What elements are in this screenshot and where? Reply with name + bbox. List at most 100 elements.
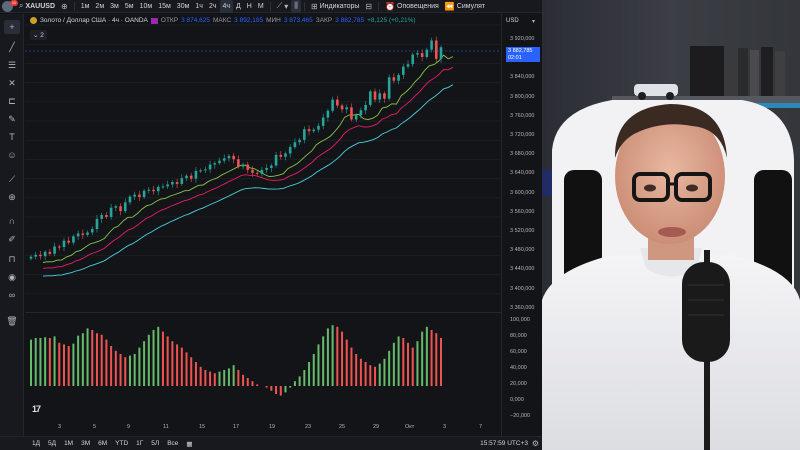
price-tick: 3 520,000 [510, 228, 535, 234]
range-5[interactable]: YTD [111, 440, 132, 447]
stay-drawing-tool[interactable]: ✐ [4, 232, 20, 246]
car-wheel [666, 92, 674, 100]
price-tick: 3 480,000 [510, 247, 535, 254]
open-label: ОТКР [160, 17, 179, 24]
ruler-tool[interactable]: ⟋ [4, 172, 20, 186]
tradingview-logo[interactable]: 17 [32, 404, 41, 414]
hide-drawings-tool[interactable]: ◉ [4, 270, 20, 284]
candle-body [171, 182, 174, 185]
car-wheel [638, 92, 646, 100]
candle-body [81, 233, 85, 235]
candle-body [76, 233, 80, 237]
interval-5[interactable]: 15м [155, 0, 174, 13]
layouts-button[interactable]: ⊟ [362, 0, 375, 13]
trading-app: 11 ⌕ XAUUSD ⊕ 1м 2м 3м 5м 10м 15м 30м 1ч 2ч 4ч Д Н М… [0, 0, 542, 450]
forecast-tool[interactable]: ⊏ [4, 94, 20, 108]
candle-body [199, 170, 202, 172]
range-2[interactable]: 1М [60, 440, 77, 447]
pattern-tool[interactable]: ✕ [4, 76, 20, 90]
range-8[interactable]: Все [163, 440, 182, 447]
range-0[interactable]: 1Д [28, 440, 44, 447]
interval-1[interactable]: 2м [92, 0, 107, 13]
candle-body [373, 91, 377, 100]
replay-button[interactable]: ⏪ Симулят [442, 0, 488, 13]
candles-button[interactable]: ⫼ [291, 0, 301, 13]
candle-body [156, 186, 160, 192]
webcam-video [542, 0, 800, 450]
interval-8[interactable]: 2ч [206, 0, 220, 13]
currency-label[interactable]: USD [506, 18, 519, 24]
range-1[interactable]: 5Д [44, 440, 60, 447]
compare-symbol-button[interactable]: ⊕ [58, 0, 71, 13]
price-tick: 3 920,000 [510, 36, 535, 42]
text-tool[interactable]: T [4, 130, 20, 144]
line-chart-icon: ⟋ [276, 1, 283, 10]
range-4[interactable]: 6М [94, 440, 111, 447]
interval-9[interactable]: 4ч [219, 0, 234, 13]
interval-10[interactable]: Д [233, 0, 244, 13]
crosshair-tool[interactable]: + [4, 20, 20, 34]
user-avatar[interactable]: 11 [0, 0, 18, 13]
fib-tool[interactable]: ☰ [4, 58, 20, 72]
link-tool[interactable]: ∞ [4, 288, 20, 302]
emoji-tool[interactable]: ☺ [4, 148, 20, 162]
candle-body [180, 178, 184, 184]
gear-icon[interactable]: ⚙ [532, 439, 539, 448]
candle-body [321, 117, 325, 126]
indicators-collapse-button[interactable]: ⌄ 2 [30, 30, 47, 40]
pane-separator[interactable] [25, 312, 501, 313]
mouth [658, 227, 686, 237]
candle-body [57, 246, 61, 248]
candle-body [288, 147, 292, 154]
interval-4[interactable]: 10м [137, 0, 156, 13]
time-axis[interactable]: 3 5 9 11 15 17 19 23 25 29 Окт 3 7 [25, 418, 501, 436]
candle-body [133, 194, 136, 197]
candle-body [336, 99, 339, 106]
time-label: 5 [93, 424, 97, 430]
date-range-button[interactable]: ▦ [182, 440, 196, 448]
range-3[interactable]: 3М [77, 440, 94, 447]
candle-body [204, 169, 207, 171]
range-7[interactable]: 5Л [147, 440, 163, 447]
candle-body [406, 64, 410, 67]
brush-tool[interactable]: ✎ [4, 112, 20, 126]
oscillator-tick: −20,000 [510, 413, 531, 419]
alerts-label: Оповещения [397, 2, 439, 10]
interval-0[interactable]: 1м [78, 0, 93, 13]
forecast-icon: ⊏ [8, 95, 16, 106]
interval-7[interactable]: 1ч [192, 0, 206, 13]
candle-body [72, 236, 75, 243]
price-tick: 3 800,000 [510, 93, 535, 100]
magnet-tool[interactable]: ∩ [4, 214, 20, 228]
utc-clock[interactable]: 15:57:59 UTC+3 [480, 440, 528, 447]
symbol-search[interactable]: ⌕ XAUUSD [16, 0, 58, 13]
candle-body [312, 129, 316, 132]
interval-2[interactable]: 3м [107, 0, 122, 13]
indicators-button[interactable]: ⊞ Индикаторы [308, 0, 362, 13]
interval-6[interactable]: 30м [174, 0, 193, 13]
trendline-tool[interactable]: ╱ [4, 40, 20, 54]
alerts-button[interactable]: ⏰ Оповещения [382, 0, 442, 13]
trendline-icon: ╱ [9, 41, 15, 52]
lock-drawings-tool[interactable]: ⊓ [4, 252, 20, 266]
remove-drawings-tool[interactable]: 🗑 [4, 314, 20, 328]
price-scale[interactable]: USD ▾ 3 920,0003 880,0003 840,0003 800,0… [501, 14, 542, 436]
close-label: ЗАКР [315, 17, 333, 24]
candle-body [241, 164, 245, 167]
zoom-tool[interactable]: ⊕ [4, 190, 20, 204]
book [728, 52, 736, 96]
candle-body [218, 160, 221, 164]
interval-11[interactable]: Н [244, 0, 255, 13]
interval-3[interactable]: 5м [122, 0, 137, 13]
interval-12[interactable]: М [255, 0, 267, 13]
candle-body [53, 246, 56, 254]
range-6[interactable]: 1Г [132, 440, 147, 447]
chart-type-button[interactable]: ⟋ ▾ [274, 0, 292, 13]
candle-body [430, 40, 433, 50]
lock-icon: ⊓ [8, 253, 16, 264]
oscillator-tick: 20,000 [510, 381, 527, 387]
price-chart[interactable] [25, 14, 501, 436]
candle-body [86, 232, 89, 235]
candle-body [378, 93, 382, 100]
price-tick: 3 720,000 [510, 132, 535, 138]
